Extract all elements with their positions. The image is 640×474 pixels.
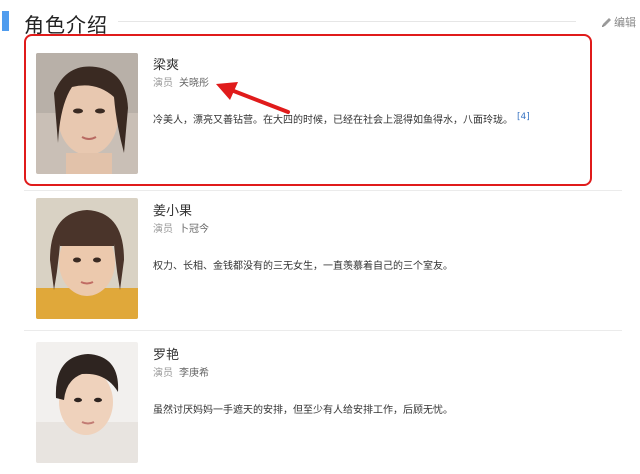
character-card: 罗艳 演员 李庚希 虽然讨厌妈妈一手遮天的安排，但至少有人给安排工作，后顾无忧。 [26,336,622,474]
title-divider [118,21,576,22]
role-label: 演员 [153,368,173,379]
row-divider [24,330,622,331]
description-text: 虽然讨厌妈妈一手遮天的安排，但至少有人给安排工作，后顾无忧。 [153,405,453,416]
actor-name[interactable]: 李庚希 [179,368,209,379]
character-description: 权力、长相、金钱都没有的三无女生，一直羡慕着自己的三个室友。 [153,257,453,272]
character-card: 姜小果 演员 卜冠今 权力、长相、金钱都没有的三无女生，一直羡慕着自己的三个室友。 [26,192,622,322]
edit-label: 编辑 [614,16,636,29]
character-photo[interactable] [36,198,138,319]
character-description: 虽然讨厌妈妈一手遮天的安排，但至少有人给安排工作，后顾无忧。 [153,401,453,416]
actor-name[interactable]: 卜冠今 [179,224,209,235]
edit-link[interactable]: 编辑 [601,14,636,30]
row-divider [24,190,622,191]
role-label: 演员 [153,224,173,235]
character-photo[interactable] [36,342,138,463]
character-role: 演员 李庚希 [153,364,209,379]
character-name[interactable]: 罗艳 [153,344,179,363]
character-name[interactable]: 姜小果 [153,200,192,219]
section-accent-bar [2,11,9,31]
annotation-arrow-icon [216,82,290,114]
description-text: 权力、长相、金钱都没有的三无女生，一直羡慕着自己的三个室友。 [153,261,453,272]
pencil-icon [601,17,612,28]
character-role: 演员 卜冠今 [153,220,209,235]
